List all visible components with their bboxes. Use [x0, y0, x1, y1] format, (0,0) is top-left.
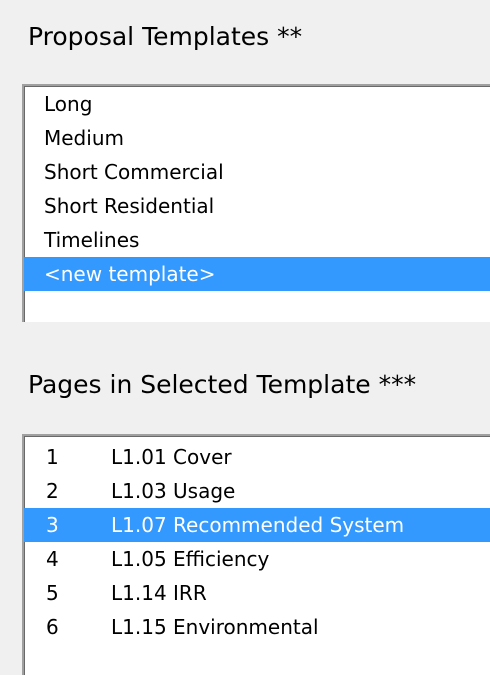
page-item-efficiency[interactable]: 4 L1.05 Efficiency: [24, 542, 490, 576]
template-item-medium[interactable]: Medium: [24, 121, 490, 155]
page-name: L1.14 IRR: [111, 581, 207, 605]
page-number: 4: [46, 547, 59, 571]
page-item-recommended-system[interactable]: 3 L1.07 Recommended System: [24, 508, 490, 542]
page-number: 5: [46, 581, 59, 605]
pages-in-selected-template-heading: Pages in Selected Template ***: [28, 370, 417, 399]
proposal-templates-heading: Proposal Templates **: [28, 22, 303, 51]
template-item-label: Short Commercial: [44, 160, 224, 184]
template-item-label: Long: [44, 92, 93, 116]
template-item-new-template[interactable]: <new template>: [24, 257, 490, 291]
page-item-irr[interactable]: 5 L1.14 IRR: [24, 576, 490, 610]
page-number: 6: [46, 615, 59, 639]
page-item-cover[interactable]: 1 L1.01 Cover: [24, 440, 490, 474]
template-item-label: Medium: [44, 126, 124, 150]
page-item-usage[interactable]: 2 L1.03 Usage: [24, 474, 490, 508]
template-item-timelines[interactable]: Timelines: [24, 223, 490, 257]
template-item-label: Short Residential: [44, 194, 215, 218]
template-item-long[interactable]: Long: [24, 87, 490, 121]
template-item-short-residential[interactable]: Short Residential: [24, 189, 490, 223]
page-number: 2: [46, 479, 59, 503]
template-item-label: Timelines: [44, 228, 140, 252]
page-name: L1.15 Environmental: [111, 615, 319, 639]
template-item-short-commercial[interactable]: Short Commercial: [24, 155, 490, 189]
page-name: L1.03 Usage: [111, 479, 236, 503]
page-number: 1: [46, 445, 59, 469]
page-name: L1.01 Cover: [111, 445, 232, 469]
template-item-label: <new template>: [44, 262, 216, 286]
page-name: L1.07 Recommended System: [111, 513, 405, 537]
pages-listbox[interactable]: 1 L1.01 Cover 2 L1.03 Usage 3 L1.07 Reco…: [22, 434, 490, 675]
proposal-templates-listbox[interactable]: Long Medium Short Commercial Short Resid…: [22, 84, 490, 322]
page-item-environmental[interactable]: 6 L1.15 Environmental: [24, 610, 490, 644]
page-number: 3: [46, 513, 59, 537]
page-name: L1.05 Efficiency: [111, 547, 270, 571]
